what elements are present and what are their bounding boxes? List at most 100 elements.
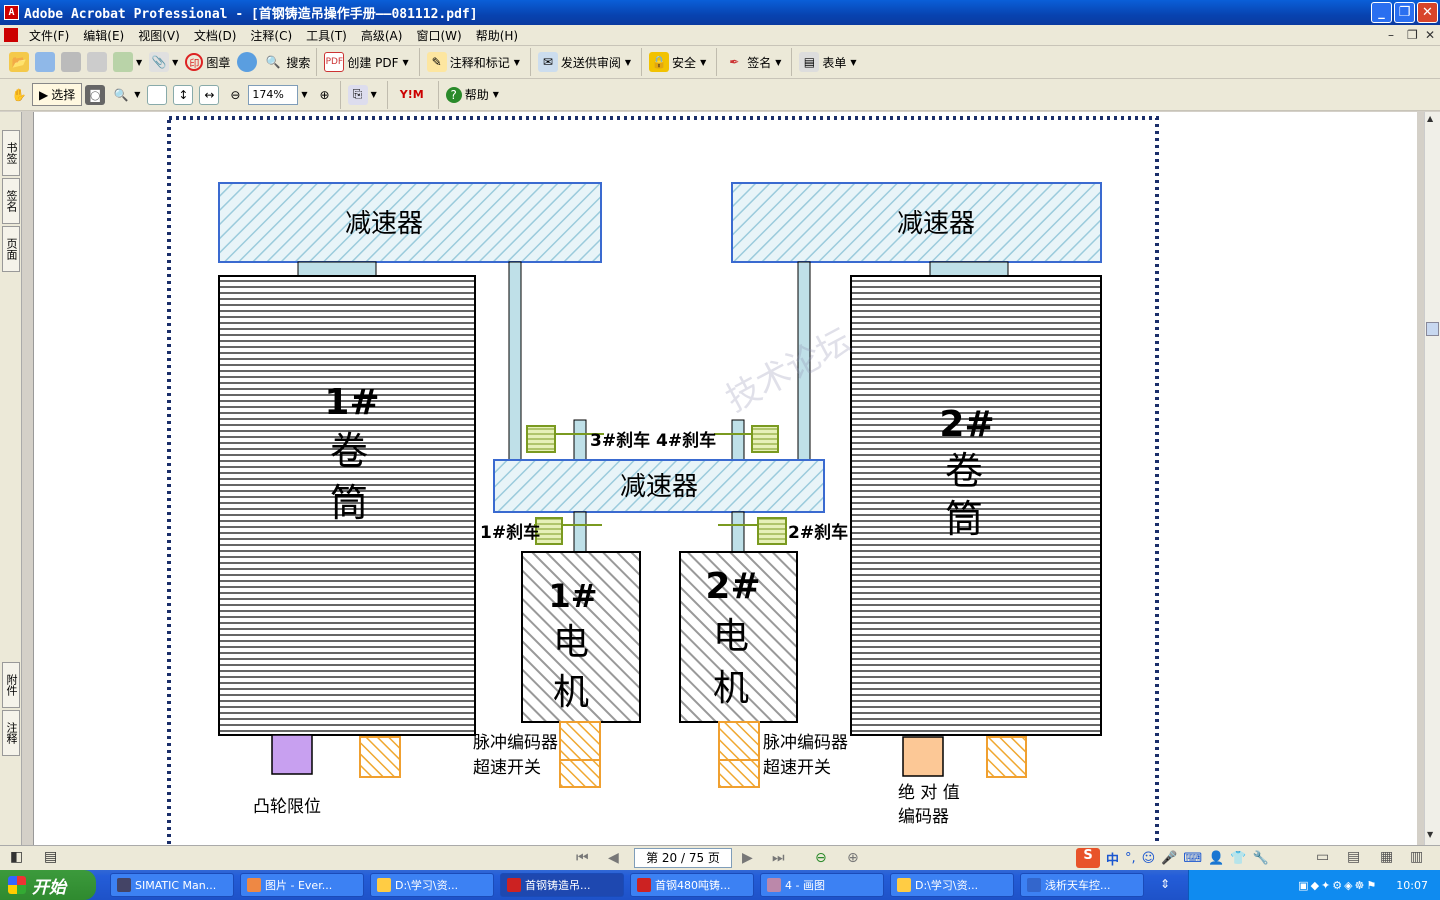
hand-icon[interactable]: ✋ (9, 85, 29, 105)
tab-bookmarks[interactable]: 书签 (2, 130, 20, 176)
sign-label: 签名 (747, 55, 772, 70)
tray-icons[interactable]: ▣◆✦⚙◈☸⚑ (1298, 879, 1378, 892)
yahoo-group[interactable]: Y!M (386, 80, 436, 109)
help-group[interactable]: ? 帮助 ▼ (437, 80, 507, 109)
task-folder-1[interactable]: D:\学习\资... (370, 873, 494, 897)
last-page-icon[interactable]: ⏭ (772, 850, 785, 866)
comment-group[interactable]: ✎ 注释和标记 ▼ (418, 48, 528, 76)
continuous-facing-icon[interactable]: ▥ (1410, 849, 1423, 865)
single-page-icon[interactable]: ▭ (1316, 849, 1329, 865)
actual-size-icon[interactable] (147, 84, 168, 105)
open-icon[interactable]: 📂 (9, 52, 29, 72)
close-button[interactable]: ✕ (1417, 2, 1438, 23)
select-tool[interactable]: ▶ 选择 (32, 83, 83, 106)
menu-help[interactable]: 帮助(H) (469, 27, 525, 44)
ime-mode[interactable]: 中 (1106, 849, 1119, 868)
stamp-label[interactable]: 图章 (206, 54, 230, 71)
sogou-icon[interactable]: S (1076, 848, 1100, 868)
zoom-out-icon[interactable]: ⊖ (225, 85, 245, 105)
print-icon[interactable] (87, 52, 107, 72)
folder-icon (377, 878, 391, 892)
rotate-group[interactable]: ⎘ ▼ (339, 80, 385, 109)
keyboard-icon[interactable]: ⌨ (1183, 851, 1202, 866)
page-number-input[interactable]: 第 20 / 75 页 (634, 848, 732, 868)
task-everything[interactable]: 图片 - Ever... (240, 873, 364, 897)
emoji-icon[interactable]: ☺ (1142, 851, 1156, 866)
task-simatic[interactable]: SIMATIC Man... (110, 873, 234, 897)
prev-page-icon[interactable]: ◀ (608, 850, 619, 866)
forms-group[interactable]: ▤ 表单 ▼ (791, 48, 864, 76)
scroll-thumb[interactable] (1426, 322, 1439, 336)
user-icon[interactable]: 👤 (1208, 851, 1224, 866)
doc-restore-icon[interactable]: ❐ (1407, 28, 1418, 42)
start-button[interactable]: 开始 (0, 870, 96, 900)
organizer-icon[interactable] (35, 52, 55, 72)
skin-icon[interactable]: 👕 (1230, 851, 1246, 866)
save-icon[interactable] (61, 52, 81, 72)
back-view-icon[interactable]: ⊖ (815, 850, 827, 866)
panel-toggle-icon[interactable]: ◧ (10, 849, 23, 865)
tab-attachments[interactable]: 附件 (2, 662, 20, 708)
first-page-icon[interactable]: ⏮ (576, 850, 589, 866)
web-icon[interactable] (237, 52, 258, 72)
mic-icon[interactable]: 🎤 (1161, 851, 1177, 866)
zoom-input[interactable]: 174% (248, 84, 299, 105)
continuous-icon[interactable]: ▤ (1347, 849, 1360, 865)
send-review-group[interactable]: ✉ 发送供审阅 ▼ (529, 48, 639, 76)
task-word[interactable]: 浅析天车控... (1020, 873, 1144, 897)
zoom-in-button-icon[interactable]: ⊕ (315, 85, 335, 105)
taskbar-scroll-icon[interactable]: ⇕ (1160, 877, 1170, 891)
task-label: D:\学习\资... (915, 879, 979, 892)
doc-close-icon[interactable]: ✕ (1425, 28, 1435, 42)
pdf-icon (637, 878, 651, 892)
lock-icon: 🔒 (649, 52, 670, 72)
menu-edit[interactable]: 编辑(E) (76, 27, 131, 44)
tab-pages[interactable]: 页面 (2, 226, 20, 272)
tools-icon[interactable]: 🔧 (1253, 851, 1269, 866)
doc-minimize-icon[interactable]: – (1388, 28, 1394, 42)
forward-view-icon[interactable]: ⊕ (847, 850, 859, 866)
minimize-button[interactable]: _ (1371, 2, 1392, 23)
task-acrobat-2[interactable]: 首钢480吨铸... (630, 873, 754, 897)
stamp-icon[interactable]: 印 (185, 53, 204, 71)
secure-group[interactable]: 🔒 安全 ▼ (641, 48, 714, 76)
fit-page-icon[interactable]: ↕ (173, 84, 194, 105)
menu-view[interactable]: 视图(V) (131, 27, 187, 44)
create-pdf-group[interactable]: PDF 创建 PDF ▼ (316, 48, 416, 76)
zoom-in-icon[interactable]: 🔍 (111, 85, 131, 105)
punctuation-icon[interactable]: °, (1125, 851, 1136, 866)
title-bar: A Adobe Acrobat Professional - [首钢铸造吊操作手… (0, 0, 1440, 25)
restore-button[interactable]: ❐ (1394, 2, 1415, 23)
menu-document[interactable]: 文档(D) (187, 27, 244, 44)
vertical-scrollbar[interactable]: ▲ ▼ (1424, 112, 1440, 845)
yahoo-icon: Y!M (399, 88, 424, 101)
search-label[interactable]: 搜索 (286, 54, 310, 71)
search-icon[interactable]: 🔍 (263, 52, 283, 72)
right-overspeed-label: 超速开关 (763, 758, 831, 778)
tab-signatures[interactable]: 签名 (2, 178, 20, 224)
menu-window[interactable]: 窗口(W) (409, 27, 468, 44)
next-page-icon[interactable]: ▶ (742, 850, 753, 866)
task-acrobat-active[interactable]: 首钢铸造吊... (500, 873, 624, 897)
brake1-label: 1#刹车 (480, 522, 540, 543)
scroll-down-icon[interactable]: ▼ (1427, 830, 1433, 839)
sign-group[interactable]: ✒ 签名 ▼ (716, 48, 789, 76)
task-folder-2[interactable]: D:\学习\资... (890, 873, 1014, 897)
motor2-overspeed-switch (718, 759, 760, 788)
email-icon[interactable] (113, 52, 133, 72)
attach-icon[interactable]: 📎 (149, 52, 170, 72)
fit-width-icon[interactable]: ↔ (199, 84, 220, 105)
tab-comments[interactable]: 注释 (2, 710, 20, 756)
task-paint[interactable]: 4 - 画图 (760, 873, 884, 897)
snapshot-icon[interactable]: ◙ (85, 84, 106, 105)
facing-icon[interactable]: ▦ (1380, 849, 1393, 865)
scroll-up-icon[interactable]: ▲ (1427, 114, 1433, 123)
menu-advanced[interactable]: 高级(A) (354, 27, 410, 44)
menu-file[interactable]: 文件(F) (22, 27, 76, 44)
panel-splitter[interactable] (24, 112, 34, 845)
page-options-icon[interactable]: ▤ (44, 849, 57, 865)
menu-tools[interactable]: 工具(T) (299, 27, 354, 44)
abs-encoder-label-1: 绝 对 值 (898, 783, 960, 803)
menu-comments[interactable]: 注释(C) (243, 27, 299, 44)
task-label: SIMATIC Man... (135, 878, 217, 892)
